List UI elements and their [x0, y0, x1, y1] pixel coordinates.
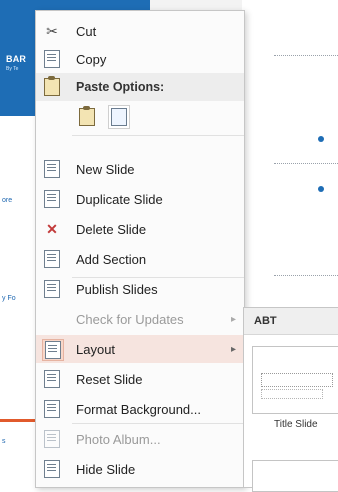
menu-item-label: Check for Updates: [76, 312, 184, 327]
paste-options-header: Paste Options:: [36, 73, 244, 101]
menu-item-label: Cut: [76, 24, 97, 39]
copy-icon: [42, 49, 62, 69]
menu-item-reset-slide[interactable]: Reset Slide: [36, 365, 244, 393]
menu-item-new-slide[interactable]: New Slide: [36, 155, 244, 183]
guide-line: [274, 55, 338, 56]
layout-option-label: Title Slide: [274, 419, 318, 430]
layout-submenu-header: ABT: [244, 308, 338, 335]
thumbnail-text-snippet-2: y Fo: [2, 295, 16, 302]
paste-options-buttons: [76, 105, 130, 129]
paste-picture-button[interactable]: [108, 105, 130, 129]
context-menu: ✂ Cut Copy Paste Options: New Slide Dupl…: [35, 10, 245, 488]
menu-item-label: Duplicate Slide: [76, 192, 163, 207]
menu-item-label: Format Background...: [76, 402, 201, 417]
menu-item-label: Add Section: [76, 252, 147, 267]
thumbnail-text-snippet-1: ore: [2, 197, 13, 204]
reset-slide-icon: [42, 369, 62, 389]
menu-item-layout[interactable]: Layout ▸: [36, 335, 244, 363]
menu-item-copy[interactable]: Copy: [36, 45, 244, 73]
menu-item-delete-slide[interactable]: ✕ Delete Slide: [36, 215, 244, 243]
layout-icon: [42, 339, 64, 361]
menu-item-label: Reset Slide: [76, 372, 143, 387]
layout-placeholder-subtitle: [261, 389, 323, 399]
check-for-updates-icon: [42, 309, 62, 329]
guide-line: [274, 163, 338, 164]
paste-keep-formatting-icon: [79, 106, 95, 126]
thumbnail-subtitle-text: By Te: [6, 66, 19, 72]
layout-option-next[interactable]: [252, 460, 338, 492]
menu-item-format-background[interactable]: Format Background...: [36, 395, 244, 423]
bullet-dot: [318, 186, 324, 192]
menu-item-label: Publish Slides: [76, 282, 158, 297]
format-background-icon: [42, 399, 62, 419]
hide-slide-icon: [42, 459, 62, 479]
thumbnail-text-snippet-3: s: [2, 438, 6, 445]
paste-keep-formatting-button[interactable]: [76, 105, 98, 129]
thumbnail-accent-bar: [0, 419, 40, 422]
scissors-icon: ✂: [46, 23, 58, 39]
guide-line: [274, 275, 338, 276]
menu-item-label: Delete Slide: [76, 222, 147, 237]
menu-item-hide-slide[interactable]: Hide Slide: [36, 455, 244, 483]
submenu-arrow-icon: ▸: [230, 344, 236, 355]
menu-item-label: Copy: [76, 52, 107, 67]
photo-album-icon: [42, 429, 62, 449]
paste-options-label: Paste Options:: [76, 80, 165, 94]
menu-item-publish-slides[interactable]: Publish Slides: [36, 275, 244, 303]
menu-item-check-for-updates[interactable]: Check for Updates ▸: [36, 305, 244, 333]
publish-slides-icon: [42, 279, 62, 299]
layout-theme-name: ABT: [254, 315, 277, 327]
menu-item-label: Photo Album...: [76, 432, 161, 447]
bullet-dot: [318, 136, 324, 142]
layout-option-title-slide[interactable]: [252, 346, 338, 414]
menu-item-label: New Slide: [76, 162, 135, 177]
duplicate-slide-icon: [42, 189, 62, 209]
menu-item-duplicate-slide[interactable]: Duplicate Slide: [36, 185, 244, 213]
menu-separator: [72, 423, 244, 424]
menu-item-photo-album[interactable]: Photo Album...: [36, 425, 244, 453]
thumbnail-title-text: BAR: [6, 54, 27, 64]
submenu-arrow-icon: ▸: [230, 314, 236, 325]
menu-separator: [72, 135, 244, 136]
layout-submenu: ABT Title Slide: [243, 307, 338, 492]
menu-item-label: Layout: [76, 342, 116, 357]
menu-item-add-section[interactable]: Add Section: [36, 245, 244, 273]
paste-picture-icon: [111, 108, 127, 126]
add-section-icon: [42, 249, 62, 269]
new-slide-icon: [42, 159, 62, 179]
delete-slide-icon: ✕: [46, 221, 58, 237]
menu-item-label: Hide Slide: [76, 462, 136, 477]
menu-item-cut[interactable]: ✂ Cut: [36, 17, 244, 45]
paste-icon: [42, 76, 62, 97]
layout-placeholder-title: [261, 373, 333, 387]
